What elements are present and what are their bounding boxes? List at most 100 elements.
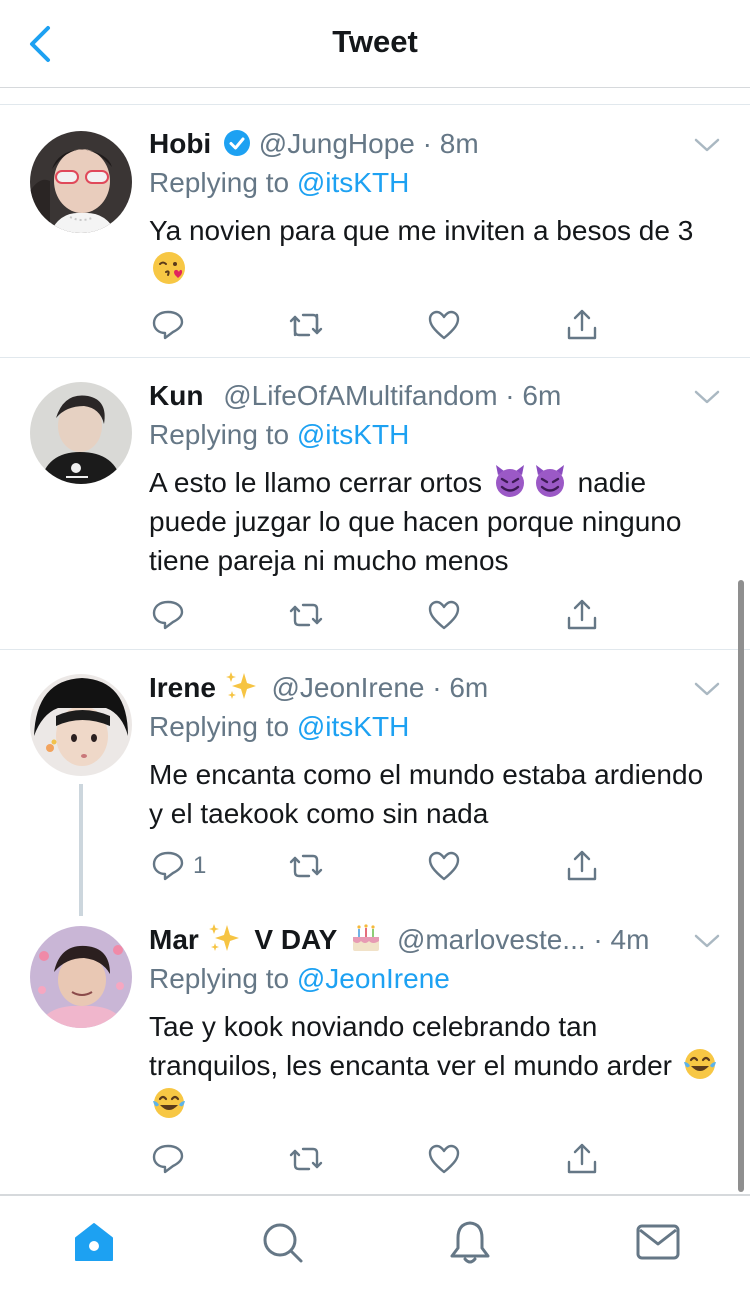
share-icon — [567, 309, 597, 340]
share-icon — [567, 850, 597, 881]
heart-icon — [428, 851, 460, 881]
retweet-button[interactable] — [287, 305, 325, 345]
sparkles-emoji-icon — [208, 924, 239, 951]
display-name[interactable]: Irene — [149, 672, 216, 703]
replying-to: Replying to @itsKTH — [149, 415, 409, 455]
retweet-button[interactable] — [287, 1139, 325, 1179]
like-button[interactable] — [427, 1139, 461, 1179]
replying-prefix: Replying to — [149, 711, 290, 742]
reply-button[interactable] — [151, 1139, 193, 1179]
mention-link[interactable]: @itsKTH — [297, 419, 409, 450]
tweet-hobi[interactable]: Hobi @JungHope · 8m Replying to @itsKTH … — [0, 105, 750, 358]
reply-button[interactable] — [151, 595, 193, 635]
tweet-text-content: Ya novien para que me inviten a besos de… — [149, 215, 694, 246]
chevron-down-icon[interactable] — [694, 387, 720, 407]
tweet-text: A esto le llamo cerrar ortos nadie puede… — [149, 463, 724, 580]
messages-icon[interactable] — [634, 1218, 682, 1266]
replying-to: Replying to @itsKTH — [149, 163, 409, 203]
display-name[interactable]: Mar — [149, 924, 199, 955]
share-button[interactable] — [565, 305, 599, 345]
user-handle[interactable]: @JeonIrene — [272, 672, 425, 703]
retweet-icon — [289, 1147, 323, 1171]
avatar-kun[interactable] — [30, 382, 132, 484]
sparkles-emoji-icon — [225, 672, 256, 699]
mention-link[interactable]: @JeonIrene — [297, 963, 450, 994]
retweet-button[interactable] — [287, 595, 325, 635]
page-title: Tweet — [332, 24, 418, 59]
tweet-text: Tae y kook noviando celebrando tan tranq… — [149, 1007, 724, 1124]
smiling-devil-emoji-icon — [495, 465, 524, 497]
like-button[interactable] — [427, 305, 461, 345]
reply-icon — [152, 1144, 184, 1174]
reply-icon — [152, 600, 184, 630]
share-icon — [567, 599, 597, 630]
retweet-icon — [289, 603, 323, 627]
replying-prefix: Replying to — [149, 167, 290, 198]
reply-icon — [152, 310, 184, 340]
verified-badge-icon — [224, 130, 250, 156]
tweet-actions: 1 — [149, 846, 609, 886]
retweet-icon — [289, 854, 323, 878]
smiling-devil-emoji-icon — [535, 465, 564, 497]
birthday-cake-emoji-icon — [353, 924, 380, 951]
replying-to: Replying to @itsKTH — [149, 707, 409, 747]
avatar-irene[interactable] — [30, 674, 132, 776]
heart-icon — [428, 1144, 460, 1174]
display-name[interactable]: Kun — [149, 380, 203, 411]
chevron-down-icon[interactable] — [694, 679, 720, 699]
tweet-text: Me encanta como el mundo estaba ardiendo… — [149, 759, 704, 829]
tears-of-joy-emoji-icon — [683, 1049, 716, 1079]
tweet-actions — [149, 595, 609, 635]
tweet-actions — [149, 305, 609, 345]
avatar-hobi[interactable] — [30, 131, 132, 233]
tweet-header: Mar V DAY @marloveste... · 4m — [149, 920, 686, 960]
timestamp: 8m — [439, 128, 479, 159]
top-bar: Tweet — [0, 0, 750, 88]
user-handle[interactable]: @JungHope — [259, 128, 415, 159]
tweet-irene[interactable]: Irene @JeonIrene · 6m Replying to @itsKT… — [0, 650, 750, 902]
share-button[interactable] — [565, 846, 599, 886]
heart-icon — [428, 600, 460, 630]
reply-button[interactable] — [151, 305, 193, 345]
dot-separator: · — [585, 924, 611, 955]
share-icon — [567, 1143, 597, 1174]
tweet-text-part1: A esto le llamo cerrar ortos — [149, 467, 483, 498]
share-button[interactable] — [565, 1139, 599, 1179]
like-button[interactable] — [427, 595, 461, 635]
mention-link[interactable]: @itsKTH — [297, 167, 409, 198]
tweet-text-content: Tae y kook noviando celebrando tan tranq… — [149, 1011, 672, 1081]
display-name-suffix[interactable]: V DAY — [254, 924, 337, 955]
chevron-down-icon[interactable] — [694, 135, 720, 155]
tweet-mar[interactable]: Mar V DAY @marloveste... · 4m Replying t… — [0, 902, 750, 1192]
display-name[interactable]: Hobi — [149, 128, 211, 159]
replying-prefix: Replying to — [149, 963, 290, 994]
replying-to: Replying to @JeonIrene — [149, 959, 450, 999]
timestamp: 4m — [610, 924, 650, 955]
user-handle[interactable]: @marloveste... — [397, 924, 586, 955]
scrollbar[interactable] — [738, 580, 744, 1192]
heart-icon — [428, 310, 460, 340]
tweet-header: Irene @JeonIrene · 6m — [149, 668, 686, 708]
mention-link[interactable]: @itsKTH — [297, 711, 409, 742]
retweet-button[interactable] — [287, 846, 325, 886]
chevron-down-icon[interactable] — [694, 931, 720, 951]
bottom-tab-bar — [0, 1194, 750, 1294]
timestamp: 6m — [522, 380, 562, 411]
reply-count: 1 — [193, 852, 207, 879]
reply-icon — [152, 851, 184, 881]
home-icon[interactable] — [70, 1218, 118, 1266]
tweet-header: Hobi @JungHope · 8m — [149, 124, 686, 164]
tweet-kun[interactable]: Kun @LifeOfAMultifandom · 6m Replying to… — [0, 358, 750, 650]
dot-separator: · — [424, 672, 450, 703]
notifications-icon[interactable] — [446, 1218, 494, 1266]
avatar-mar[interactable] — [30, 926, 132, 1028]
tweet-text: Ya novien para que me inviten a besos de… — [149, 211, 724, 289]
like-button[interactable] — [427, 846, 461, 886]
dot-separator: · — [497, 380, 523, 411]
retweet-icon — [289, 313, 323, 337]
share-button[interactable] — [565, 595, 599, 635]
reply-button[interactable]: 1 — [151, 846, 206, 886]
user-handle[interactable]: @LifeOfAMultifandom — [223, 380, 497, 411]
replying-prefix: Replying to — [149, 419, 290, 450]
search-icon[interactable] — [258, 1218, 306, 1266]
